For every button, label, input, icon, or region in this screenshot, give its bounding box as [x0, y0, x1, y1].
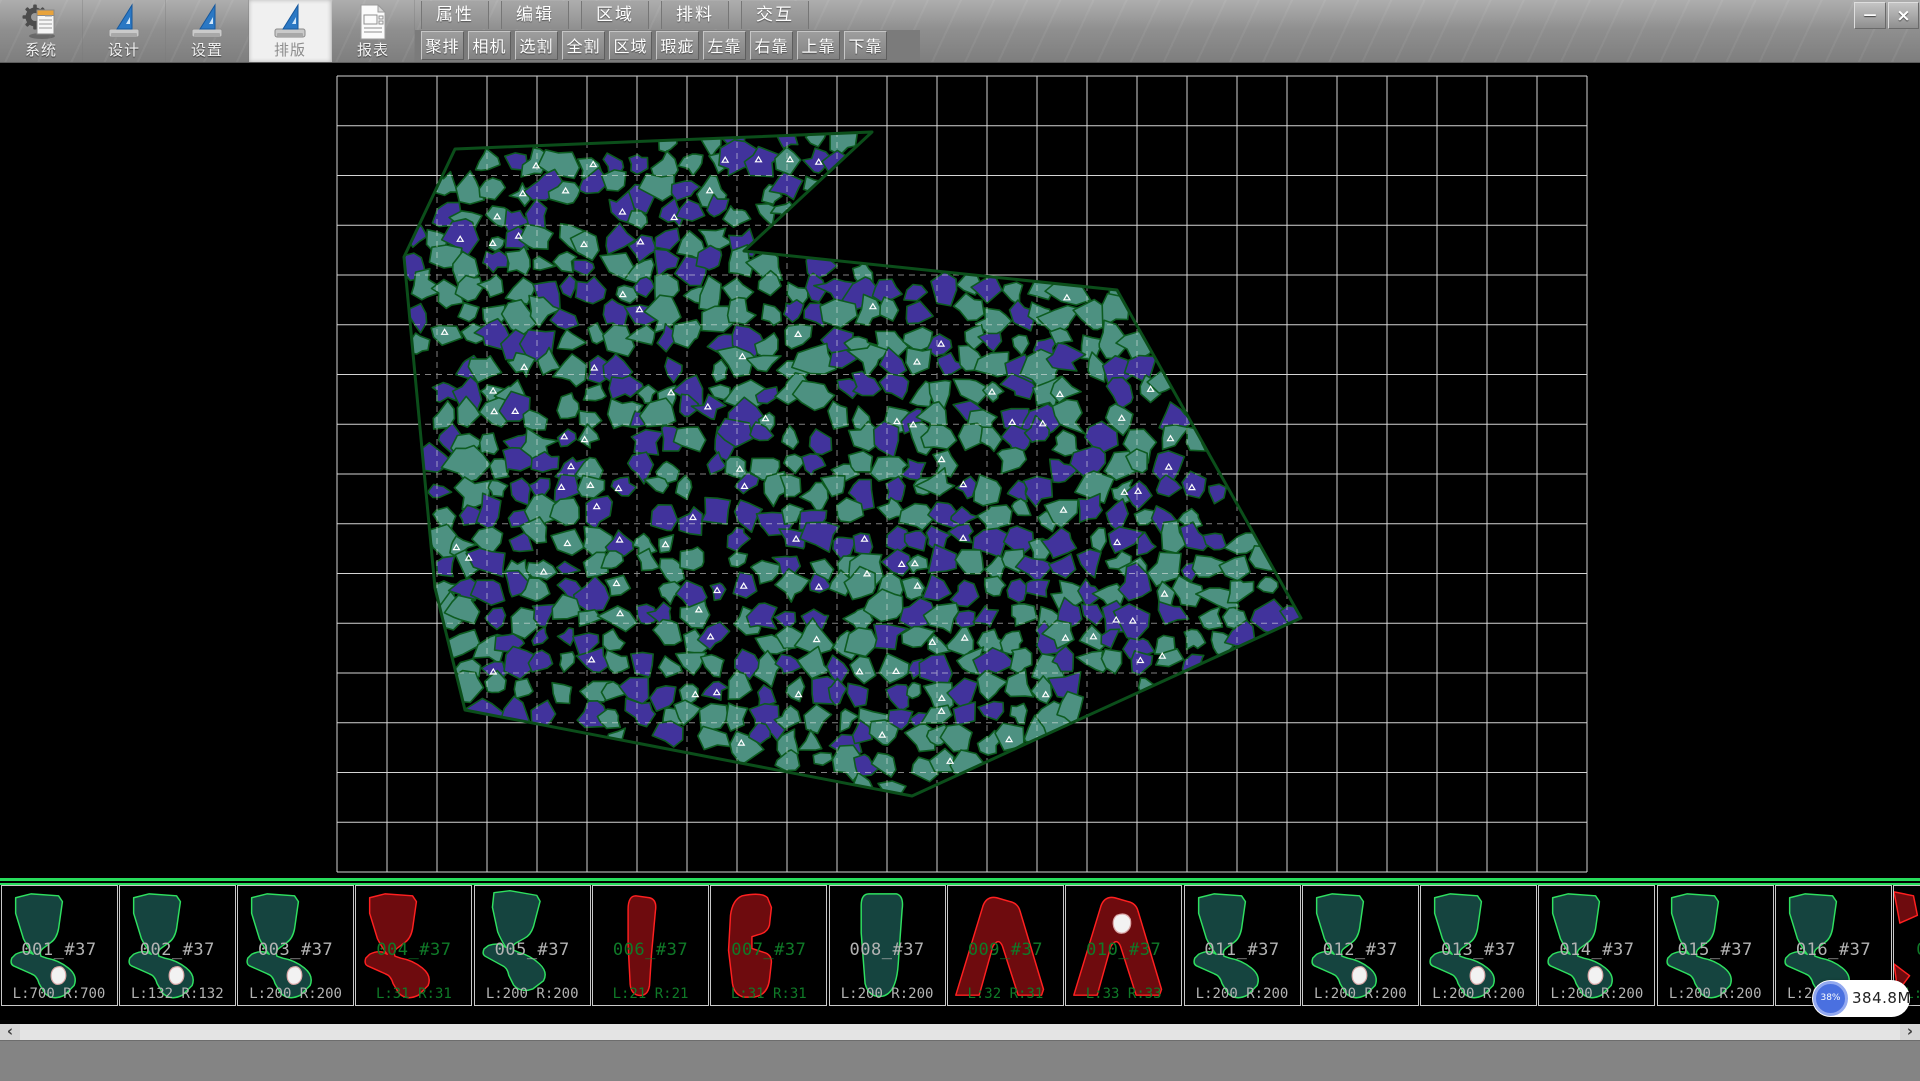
thumbnail-strip: 001_#37L:700 R:700002_#37L:132 R:132003_… — [0, 878, 1920, 1008]
thumbnail-tile[interactable]: 012_#37L:200 R:200 — [1302, 885, 1419, 1006]
piece-shape-icon — [1303, 886, 1418, 1005]
minimize-button[interactable]: — — [1854, 2, 1886, 29]
toolbar-button-report[interactable]: 报表 — [332, 0, 415, 62]
nesting-layout-svg — [0, 62, 1920, 878]
piece-shape-icon — [120, 886, 235, 1005]
piece-shape-icon — [1066, 886, 1181, 1005]
menu-tab-4[interactable]: 交互 — [741, 1, 809, 29]
toolbar-button-label: 报表 — [332, 39, 414, 60]
piece-shape-icon — [238, 886, 353, 1005]
memory-badge: 38% 384.8M — [1812, 980, 1910, 1017]
piece-shape-icon — [356, 886, 471, 1005]
toolbar-button-label: 排版 — [249, 39, 331, 60]
action-button-0[interactable]: 聚排 — [421, 31, 464, 60]
toolbar-button-label: 系统 — [0, 39, 82, 60]
thumbnail-tile[interactable]: 013_#37L:200 R:200 — [1420, 885, 1537, 1006]
toolbar-button-settings[interactable]: 设置 — [166, 0, 249, 62]
action-button-9[interactable]: 下靠 — [844, 31, 887, 60]
menu-tab-3[interactable]: 排料 — [661, 1, 729, 29]
action-button-5[interactable]: 瑕疵 — [656, 31, 699, 60]
toolbar-button-design[interactable]: 设计 — [83, 0, 166, 62]
action-button-1[interactable]: 相机 — [468, 31, 511, 60]
close-button[interactable]: × — [1888, 2, 1919, 29]
piece-shape-icon — [948, 886, 1063, 1005]
memory-value: 384.8M — [1852, 980, 1911, 1017]
toolbar-button-nesting[interactable]: 排版 — [249, 0, 332, 62]
thumbnail-tile[interactable]: 010_#37L:33 R:33 — [1065, 885, 1182, 1006]
thumbnail-tile[interactable]: 008_#37L:200 R:200 — [829, 885, 946, 1006]
piece-shape-icon — [711, 886, 826, 1005]
bottom-scrollbar: ‹ › — [0, 1024, 1920, 1040]
thumbnail-tile[interactable]: 006_#37L:21 R:21 — [592, 885, 709, 1006]
piece-shape-icon — [2, 886, 117, 1005]
progress-percent: 38% — [1820, 993, 1840, 1003]
thumbnail-tile[interactable]: 007_#37L:31 R:31 — [710, 885, 827, 1006]
action-button-3[interactable]: 全割 — [562, 31, 605, 60]
scroll-left-button[interactable]: ‹ — [0, 1024, 20, 1040]
action-button-7[interactable]: 右靠 — [750, 31, 793, 60]
menu-tab-1[interactable]: 编辑 — [501, 1, 569, 29]
thumbnail-tiles: 001_#37L:700 R:700002_#37L:132 R:132003_… — [0, 885, 1920, 1008]
thumbnail-tile[interactable]: 002_#37L:132 R:132 — [119, 885, 236, 1006]
action-buttons: 聚排相机选割全割区域瑕疵左靠右靠上靠下靠 — [421, 31, 891, 61]
thumbnail-tile[interactable]: 003_#37L:200 R:200 — [237, 885, 354, 1006]
main-toolbar: 系统设计设置排版报表 属性编辑区域排料交互 聚排相机选割全割区域瑕疵左靠右靠上靠… — [0, 0, 1920, 63]
action-button-4[interactable]: 区域 — [609, 31, 652, 60]
piece-shape-icon — [593, 886, 708, 1005]
toolbar-button-label: 设计 — [83, 39, 165, 60]
action-button-2[interactable]: 选割 — [515, 31, 558, 60]
toolbar-button-label: 设置 — [166, 39, 248, 60]
thumbnail-tile[interactable]: 005_#37L:200 R:200 — [474, 885, 591, 1006]
progress-circle-icon: 38% — [1813, 981, 1848, 1016]
menu-tab-2[interactable]: 区域 — [581, 1, 649, 29]
thumbnail-tile[interactable]: 004_#37L:31 R:31 — [355, 885, 472, 1006]
piece-shape-icon — [1658, 886, 1773, 1005]
status-bar — [0, 1040, 1920, 1081]
piece-shape-icon — [1539, 886, 1654, 1005]
piece-shape-icon — [1421, 886, 1536, 1005]
icon-buttons: 系统设计设置排版报表 — [0, 0, 415, 62]
thumbnail-tile[interactable]: 011_#37L:200 R:200 — [1184, 885, 1301, 1006]
strip-separator-line — [0, 878, 1920, 881]
scroll-right-button[interactable]: › — [1900, 1024, 1920, 1040]
piece-shape-icon — [830, 886, 945, 1005]
menu-tab-0[interactable]: 属性 — [421, 1, 489, 29]
piece-shape-icon — [1185, 886, 1300, 1005]
thumbnail-tile[interactable]: 015_#37L:200 R:200 — [1657, 885, 1774, 1006]
menu-tabs: 属性编辑区域排料交互 — [421, 1, 821, 30]
toolbar-button-system[interactable]: 系统 — [0, 0, 83, 62]
scrollbar-track[interactable] — [20, 1024, 1900, 1040]
piece-shape-icon — [475, 886, 590, 1005]
thumbnail-tile[interactable]: 001_#37L:700 R:700 — [1, 885, 118, 1006]
action-button-6[interactable]: 左靠 — [703, 31, 746, 60]
action-button-8[interactable]: 上靠 — [797, 31, 840, 60]
thumbnail-tile[interactable]: 014_#37L:200 R:200 — [1538, 885, 1655, 1006]
nesting-canvas[interactable] — [0, 62, 1920, 878]
thumbnail-tile[interactable]: 009_#37L:32 R:31 — [947, 885, 1064, 1006]
